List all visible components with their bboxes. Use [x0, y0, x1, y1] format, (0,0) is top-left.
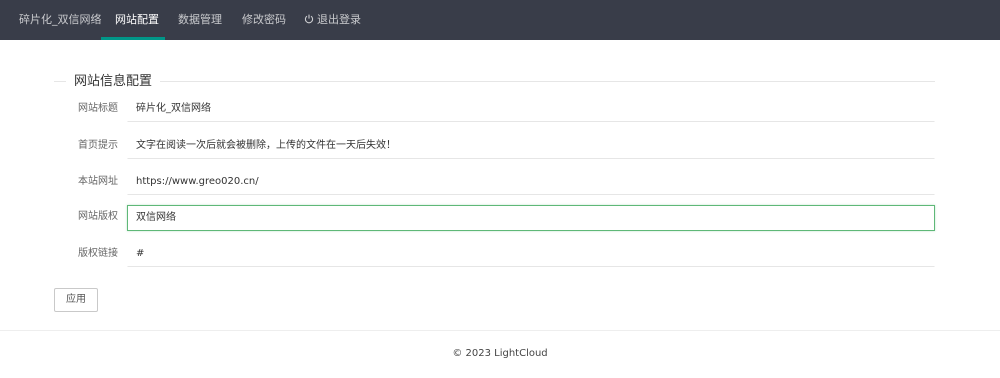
- copyright-input[interactable]: 双信网络: [127, 205, 935, 231]
- home-notice-label: 首页提示: [78, 140, 118, 151]
- form-legend: 网站信息配置: [66, 73, 161, 90]
- footer-copyright: © 2023 LightCloud: [452, 348, 548, 359]
- site-url-input[interactable]: https://www.greo020.cn/: [127, 169, 935, 195]
- nav-item-data-management[interactable]: 数据管理: [178, 0, 222, 40]
- nav-item-logout-label: 退出登录: [317, 13, 361, 26]
- brand-link[interactable]: 碎片化_双信网络: [19, 0, 102, 40]
- site-title-label: 网站标题: [78, 103, 118, 114]
- footer-divider: [0, 330, 1000, 331]
- nav-item-site-config[interactable]: 网站配置: [115, 0, 159, 40]
- nav-item-logout[interactable]: 退出登录: [304, 0, 361, 40]
- fieldset-divider: [54, 81, 935, 82]
- site-title-input[interactable]: 碎片化_双信网络: [127, 96, 935, 122]
- copyright-label: 网站版权: [78, 211, 118, 222]
- site-url-label: 本站网址: [78, 176, 118, 187]
- nav-active-indicator: [101, 37, 165, 40]
- home-notice-input[interactable]: 文字在阅读一次后就会被删除，上传的文件在一天后失效！: [127, 132, 935, 159]
- top-navbar: 碎片化_双信网络 网站配置 数据管理 修改密码 退出登录: [0, 0, 1000, 40]
- copyright-link-label: 版权链接: [78, 248, 118, 259]
- apply-button[interactable]: 应用: [54, 288, 98, 312]
- power-icon: [304, 14, 314, 24]
- copyright-link-input[interactable]: #: [127, 241, 935, 267]
- nav-item-change-password[interactable]: 修改密码: [242, 0, 286, 40]
